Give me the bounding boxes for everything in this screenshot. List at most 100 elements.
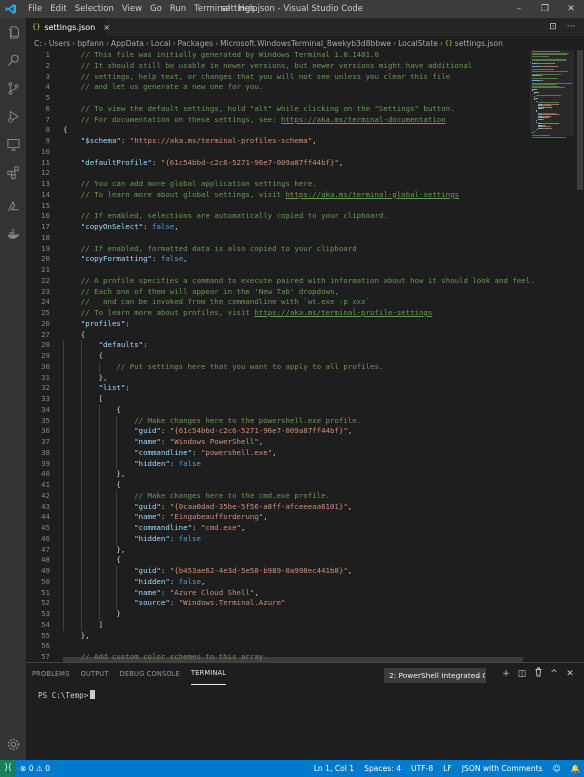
kill-terminal-icon[interactable] [530,667,546,682]
breadcrumb-item[interactable]: Packages [178,39,213,48]
code-line[interactable]: 51 "name": "Azure Cloud Shell", [26,587,522,599]
menu-go[interactable]: Go [146,0,166,18]
end-of-line[interactable]: LF [443,764,452,773]
terminal-select[interactable]: 2: PowerShell Integrated Console ⌄ [384,668,486,683]
gear-icon[interactable] [3,734,23,754]
explorer-icon[interactable] [3,22,23,42]
code-editor[interactable]: 1 // This file was initially generated by… [26,50,584,662]
code-line[interactable]: 42 // Make changes here to the cmd.exe pr… [26,490,522,502]
code-line[interactable]: 32 "list": [26,383,522,394]
code-line[interactable]: 4 // and let us generate a new one for yo… [26,82,522,93]
extensions-icon[interactable] [3,162,23,182]
code-line[interactable]: 21 [26,265,522,276]
encoding[interactable]: UTF-8 [411,764,433,773]
code-line[interactable]: 16 // If enabled, selections are automati… [26,211,522,222]
code-line[interactable]: 29 { [26,351,522,362]
code-line[interactable]: 54] [26,619,522,631]
code-line[interactable]: 56 [26,641,522,652]
code-link[interactable]: https://aka.ms/terminal-documentation [281,115,446,124]
code-line[interactable]: 17 "copyOnSelect": false, [26,222,522,233]
code-line[interactable]: 24 // and can be invoked from the command… [26,297,522,308]
code-line[interactable]: 45 "commandline": "cmd.exe", [26,523,522,534]
code-line[interactable]: 22 // A profile specifies a command to ex… [26,276,535,287]
menu-file[interactable]: File [24,0,46,18]
code-line[interactable]: 7 // For documentation on these settings,… [26,115,522,126]
menu-run[interactable]: Run [166,0,190,18]
code-line[interactable]: 20 "copyFormatting": false, [26,254,522,265]
maximize-panel-icon[interactable]: ^ [546,667,562,682]
run-debug-icon[interactable] [3,106,23,126]
code-line[interactable]: 44 "name": "Eingabeaufforderung", [26,512,522,523]
code-line[interactable]: 14 // To learn more about global settings… [26,190,522,201]
breadcrumb-item[interactable]: C: [34,39,42,48]
code-line[interactable]: 10 [26,147,522,158]
code-line[interactable]: 41 { [26,480,522,491]
code-lines[interactable]: 1 // This file was initially generated by… [26,50,535,662]
language-mode[interactable]: JSON with Comments [462,764,543,773]
terminal-output[interactable]: PS C:\Temp> [38,690,96,700]
tab-debug-console[interactable]: DEBUG CONSOLE [120,663,180,685]
code-line[interactable]: 15 [26,201,522,212]
more-actions-icon[interactable]: ··· [562,18,580,36]
code-line[interactable]: 43 "guid": "{0caa0dad-35be-5f56-a8ff-afce… [26,501,522,513]
code-line[interactable]: 25 // To learn more about profiles, visit… [26,308,522,319]
tab-output[interactable]: OUTPUT [81,663,109,685]
code-line[interactable]: 37 "name": "Windows PowerShell", [26,437,522,448]
problems-indicator[interactable]: ⊗ 0 ⚠ 0 [20,764,50,773]
tab-close-icon[interactable]: × [103,23,110,32]
minimap[interactable] [530,50,574,150]
code-line[interactable]: 33 [ [26,394,522,405]
menu-selection[interactable]: Selection [71,0,118,18]
code-line[interactable]: 50 "hidden": false, [26,576,522,588]
code-line[interactable]: 12 [26,168,522,179]
tab-problems[interactable]: PROBLEMS [32,663,70,685]
remote-indicator-icon[interactable]: ⟩⟨ [0,760,16,777]
split-terminal-icon[interactable]: ◫ [514,667,530,682]
code-line[interactable]: 34 { [26,404,522,416]
code-line[interactable]: 55}, [26,631,522,642]
code-line[interactable]: 49 "guid": "{b453ae62-4e3d-5e58-b989-0a99… [26,566,522,577]
tab-terminal[interactable]: TERMINAL [191,663,227,685]
code-line[interactable]: 38 "commandline": "powershell.exe", [26,447,522,459]
source-control-icon[interactable] [3,78,23,98]
code-link[interactable]: https://aka.ms/terminal-global-settings [285,190,459,199]
code-line[interactable]: 18 [26,233,522,244]
new-terminal-icon[interactable]: + [498,667,514,682]
docker-icon[interactable] [3,224,23,244]
menu-view[interactable]: View [118,0,146,18]
breadcrumb-item[interactable]: Microsoft.WindowsTerminal_8wekyb3d8bbwe [220,39,391,48]
search-icon[interactable] [3,50,23,70]
code-line[interactable]: 3 // settings, help text, or changes that… [26,72,522,83]
split-editor-icon[interactable]: ⊡ [544,18,562,36]
code-line[interactable]: 53} [26,609,522,620]
indentation[interactable]: Spaces: 4 [364,764,401,773]
scrollbar-thumb[interactable] [577,50,583,190]
code-line[interactable]: 26 "profiles": [26,319,522,330]
code-line[interactable]: 52 "source": "Windows.Terminal.Azure" [26,598,522,609]
notifications-icon[interactable]: 🔔 [571,764,580,773]
code-line[interactable]: 46 "hidden": false [26,533,522,545]
code-line[interactable]: 8{ [26,125,522,136]
code-line[interactable]: 31}, [26,372,522,384]
cursor-position[interactable]: Ln 1, Col 1 [314,764,354,773]
code-line[interactable]: 47}, [26,544,522,556]
breadcrumb-item[interactable]: LocalState [398,39,438,48]
menu-help[interactable]: Help [234,0,261,18]
code-line[interactable]: 23 // Each one of them will appear in the… [26,287,522,298]
code-link[interactable]: https://aka.ms/terminal-profile-settings [254,308,432,317]
code-line[interactable]: 19 // If enabled, formatted data is also … [26,244,522,255]
code-line[interactable]: 35 // Make changes here to the powershell… [26,415,522,427]
vertical-scrollbar[interactable] [576,50,584,662]
code-line[interactable]: 28 "defaults": [26,340,522,351]
breadcrumb-file[interactable]: settings.json [455,39,503,48]
tab-settings-json[interactable]: {} settings.json × [26,18,110,36]
breadcrumb-item[interactable]: bpfann [77,39,104,48]
code-line[interactable]: 9 "$schema": "https://aka.ms/terminal-pro… [26,136,522,147]
close-panel-icon[interactable]: ✕ [562,667,578,682]
restore-button[interactable]: ❐ [532,0,558,18]
code-line[interactable]: 27 { [26,330,522,341]
code-line[interactable]: 40}, [26,469,522,480]
minimize-button[interactable]: – [506,0,532,18]
code-line[interactable]: 2 // It should still be usable in newer v… [26,61,522,72]
code-line[interactable]: 48 { [26,555,522,566]
